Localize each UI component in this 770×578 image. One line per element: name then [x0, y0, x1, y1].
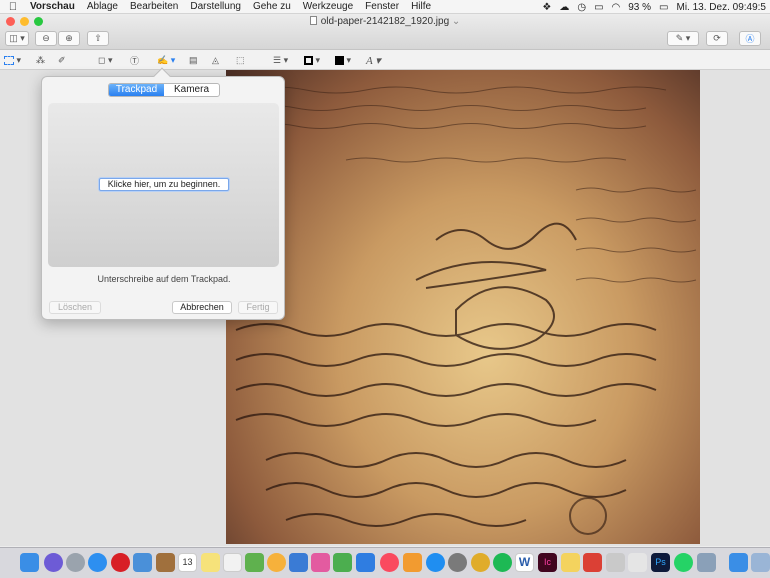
calendar-icon[interactable]: 13: [178, 553, 197, 572]
scrivener-icon[interactable]: [606, 553, 625, 572]
menu-hilfe[interactable]: Hilfe: [405, 1, 437, 12]
system-preferences-icon[interactable]: [448, 553, 467, 572]
window-titlebar: old-paper-2142182_1920.jpg ⌄ ◫ ▾ ⊖ ⊕ ⇧ ✎…: [0, 14, 770, 50]
tab-trackpad[interactable]: Trackpad: [109, 84, 164, 96]
facetime-icon[interactable]: [311, 553, 330, 572]
signature-pad[interactable]: Klicke hier, um zu beginnen.: [48, 103, 279, 267]
wifi-icon[interactable]: ◠: [612, 2, 621, 13]
apple-menu-icon[interactable]: : [0, 1, 26, 13]
signature-popover: Trackpad Kamera Klicke hier, um zu begin…: [41, 67, 285, 320]
maps-icon[interactable]: [245, 553, 264, 572]
crop-icon[interactable]: ⬚: [236, 53, 245, 67]
sketch-icon[interactable]: ✐: [58, 53, 66, 67]
photoshop-icon[interactable]: Ps: [651, 553, 670, 572]
notes-icon[interactable]: [201, 553, 220, 572]
line-style-icon[interactable]: ☰ ▾: [273, 53, 288, 67]
time-machine-icon[interactable]: ◷: [577, 2, 586, 13]
clear-button[interactable]: Löschen: [49, 301, 101, 314]
signature-icon[interactable]: ✍ ▾: [157, 53, 175, 67]
battery-icon[interactable]: ▭: [659, 2, 668, 13]
menu-darstellung[interactable]: Darstellung: [184, 1, 247, 12]
cancel-button[interactable]: Abbrechen: [172, 301, 232, 314]
whatsapp-icon[interactable]: [674, 553, 693, 572]
itunes-icon[interactable]: [380, 553, 399, 572]
signature-source-tabs: Trackpad Kamera: [108, 83, 220, 97]
screenshot-icon[interactable]: [697, 553, 716, 572]
preview-icon[interactable]: [628, 553, 647, 572]
menu-ablage[interactable]: Ablage: [81, 1, 124, 12]
siri-icon[interactable]: [44, 553, 63, 572]
ibooks-icon[interactable]: [403, 553, 422, 572]
text-style-icon[interactable]: A ▾: [366, 53, 381, 67]
old-paper-image: [226, 70, 700, 544]
border-color-icon[interactable]: ▾: [304, 53, 320, 67]
contacts-icon[interactable]: [156, 553, 175, 572]
display-icon[interactable]: ▭: [594, 2, 603, 13]
incopy-icon[interactable]: Ic: [538, 553, 557, 572]
fill-color-icon[interactable]: ▾: [335, 53, 351, 67]
done-button[interactable]: Fertig: [238, 301, 278, 314]
mail-icon[interactable]: [133, 553, 152, 572]
finder-icon[interactable]: [20, 553, 39, 572]
app-store-icon[interactable]: [426, 553, 445, 572]
popover-arrow: [153, 67, 171, 85]
downloads-folder-icon[interactable]: [729, 553, 748, 572]
numbers-icon[interactable]: [333, 553, 352, 572]
signature-hint: Unterschreibe auf dem Trackpad.: [97, 274, 231, 284]
stickies-icon[interactable]: [561, 553, 580, 572]
tab-kamera[interactable]: Kamera: [164, 84, 219, 96]
title-chevron-icon[interactable]: ⌄: [452, 16, 460, 27]
launchpad-icon[interactable]: [66, 553, 85, 572]
window-title: old-paper-2142182_1920.jpg ⌄: [0, 16, 770, 27]
menu-werkzeuge[interactable]: Werkzeuge: [297, 1, 359, 12]
zoom-out-button[interactable]: ⊖: [35, 31, 57, 46]
markup-pen-button[interactable]: ✎ ▾: [667, 31, 699, 46]
menu-bearbeiten[interactable]: Bearbeiten: [124, 1, 184, 12]
shapes-icon[interactable]: ◻ ▾: [98, 53, 113, 67]
menu-fenster[interactable]: Fenster: [359, 1, 405, 12]
dock: 13 W Ic Ps: [0, 547, 770, 578]
opera-icon[interactable]: [111, 553, 130, 572]
share-button[interactable]: ⇧: [87, 31, 109, 46]
selection-tool-icon[interactable]: ▾: [4, 53, 21, 67]
battery-percent[interactable]: 93 %: [628, 2, 651, 13]
document-canvas: Trackpad Kamera Klicke hier, um zu begin…: [0, 67, 770, 546]
documents-folder-icon[interactable]: [751, 553, 770, 572]
zoom-in-button[interactable]: ⊕: [58, 31, 80, 46]
chrome-icon[interactable]: [471, 553, 490, 572]
menu-gehe-zu[interactable]: Gehe zu: [247, 1, 297, 12]
keynote-icon[interactable]: [356, 553, 375, 572]
messages-icon[interactable]: [289, 553, 308, 572]
handwriting-texture: [235, 86, 697, 535]
dropbox-icon[interactable]: ❖: [542, 2, 551, 13]
menu-vorschau[interactable]: Vorschau: [26, 1, 81, 12]
markup-toolbar: ▾ ⁂ ✐ ◻ ▾ Ⓣ ✍ ▾ ▤ ◬ ⬚ ☰ ▾ ▾ ▾ A ▾: [0, 50, 770, 70]
reminders-icon[interactable]: [223, 553, 242, 572]
safari-icon[interactable]: [88, 553, 107, 572]
document-icon: [309, 16, 317, 25]
menu-bar:  Vorschau Ablage Bearbeiten Darstellung…: [0, 0, 770, 14]
text-tool-icon[interactable]: Ⓣ: [130, 53, 139, 67]
note-icon[interactable]: ▤: [189, 53, 198, 67]
menubar-clock[interactable]: Mi. 13. Dez. 09:49:5: [677, 2, 767, 13]
todoist-icon[interactable]: [583, 553, 602, 572]
window-title-text: old-paper-2142182_1920.jpg: [320, 16, 450, 27]
word-icon[interactable]: W: [515, 553, 534, 572]
photos-icon[interactable]: [267, 553, 286, 572]
sidebar-toggle-button[interactable]: ◫ ▾: [5, 31, 29, 46]
cloud-icon[interactable]: ☁: [559, 2, 569, 13]
rotate-button[interactable]: ⟳: [706, 31, 728, 46]
start-signature-button[interactable]: Klicke hier, um zu beginnen.: [99, 178, 229, 191]
adjust-color-icon[interactable]: ◬: [212, 53, 219, 67]
instant-alpha-icon[interactable]: ⁂: [36, 53, 45, 67]
annotate-button[interactable]: Ⓐ: [739, 31, 761, 46]
spotify-icon[interactable]: [493, 553, 512, 572]
